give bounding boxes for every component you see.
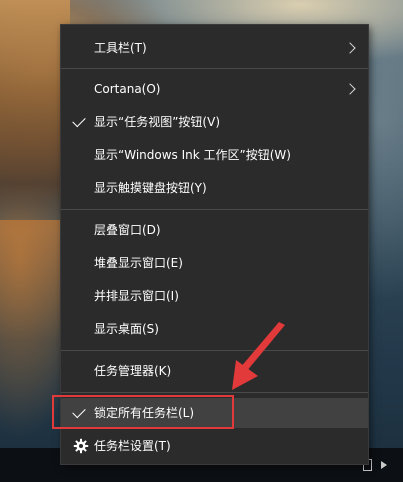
- menu-item-task-manager[interactable]: 任务管理器(K): [61, 356, 368, 386]
- menu-item-label: 任务栏设置(T): [94, 439, 171, 453]
- menu-item-show-windows-ink[interactable]: 显示“Windows Ink 工作区”按钮(W): [61, 140, 368, 170]
- menu-item-side-by-side-windows[interactable]: 并排显示窗口(I): [61, 281, 368, 311]
- menu-item-toolbars[interactable]: 工具栏(T): [61, 33, 368, 63]
- chevron-right-icon: [344, 83, 356, 95]
- menu-item-taskbar-settings[interactable]: 任务栏设置(T): [61, 431, 368, 461]
- menu-item-label: 层叠窗口(D): [94, 223, 161, 237]
- menu-item-label: 堆叠显示窗口(E): [94, 256, 183, 270]
- menu-item-show-desktop[interactable]: 显示桌面(S): [61, 314, 368, 344]
- menu-item-label: 显示桌面(S): [94, 322, 159, 336]
- annotation-highlight-box: [52, 395, 234, 429]
- gear-icon: [73, 438, 89, 454]
- menu-item-label: 并排显示窗口(I): [94, 289, 179, 303]
- menu-item-label: 显示触摸键盘按钮(Y): [94, 181, 207, 195]
- menu-item-cascade-windows[interactable]: 层叠窗口(D): [61, 215, 368, 245]
- wallpaper-reflection: [0, 220, 60, 420]
- menu-item-label: 显示“Windows Ink 工作区”按钮(W): [94, 148, 291, 162]
- menu-item-stack-windows[interactable]: 堆叠显示窗口(E): [61, 248, 368, 278]
- menu-separator: [61, 350, 368, 351]
- menu-item-label: 任务管理器(K): [94, 364, 172, 378]
- chevron-right-icon: [344, 42, 356, 54]
- menu-item-show-task-view[interactable]: 显示“任务视图”按钮(V): [61, 107, 368, 137]
- menu-separator: [61, 392, 368, 393]
- menu-item-label: 显示“任务视图”按钮(V): [94, 115, 221, 129]
- menu-item-show-touch-keyboard[interactable]: 显示触摸键盘按钮(Y): [61, 173, 368, 203]
- wallpaper-rock: [0, 0, 70, 230]
- menu-item-label: Cortana(O): [94, 82, 161, 96]
- check-icon: [72, 113, 86, 128]
- menu-item-cortana[interactable]: Cortana(O): [61, 74, 368, 104]
- menu-separator: [61, 68, 368, 69]
- menu-separator: [61, 209, 368, 210]
- speaker-icon[interactable]: [381, 461, 393, 469]
- menu-item-label: 工具栏(T): [94, 41, 147, 55]
